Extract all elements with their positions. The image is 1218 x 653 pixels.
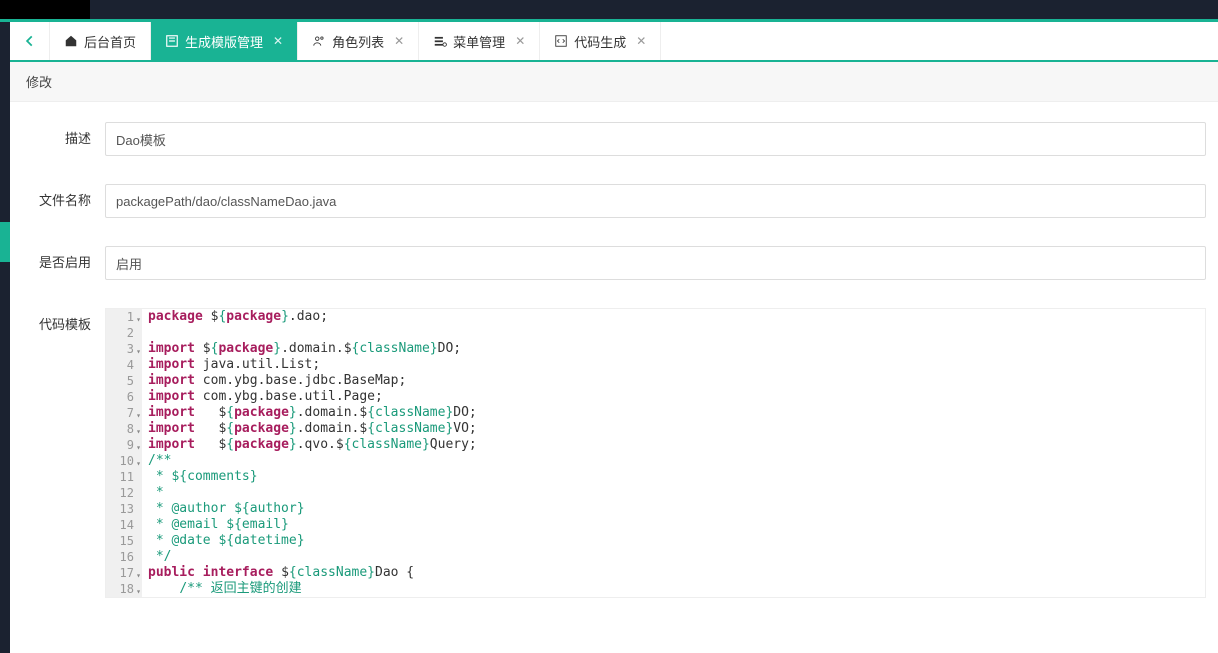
code-line[interactable]: 10▾/** (106, 453, 1205, 469)
gutter: 3▾ (106, 341, 142, 357)
code-line[interactable]: 5import com.ybg.base.jdbc.BaseMap; (106, 373, 1205, 389)
gutter: 18▾ (106, 581, 142, 597)
users-icon (312, 34, 326, 48)
panel-title: 修改 (10, 62, 1218, 102)
code-line[interactable]: 11 * ${comments} (106, 469, 1205, 485)
code-text: import ${package}.domain.${className}DO; (142, 405, 1205, 421)
label-enabled: 是否启用 (10, 246, 105, 272)
gutter: 12 (106, 485, 142, 501)
code-text: * ${comments} (142, 469, 1205, 485)
tab-bar: 后台首页 生成模版管理 ✕ 角色列表 ✕ 菜单管理 ✕ 代码生成 ✕ (10, 22, 1218, 62)
code-line[interactable]: 17▾public interface ${className}Dao { (106, 565, 1205, 581)
code-text: import ${package}.qvo.${className}Query; (142, 437, 1205, 453)
label-desc: 描述 (10, 122, 105, 148)
tab-label: 代码生成 (574, 32, 626, 51)
label-filename: 文件名称 (10, 184, 105, 210)
tab-home[interactable]: 后台首页 (50, 22, 151, 60)
code-line[interactable]: 16 */ (106, 549, 1205, 565)
gutter: 11 (106, 469, 142, 485)
code-line[interactable]: 13 * @author ${author} (106, 501, 1205, 517)
code-line[interactable]: 8▾import ${package}.domain.${className}V… (106, 421, 1205, 437)
code-text: package ${package}.dao; (142, 309, 1205, 325)
chevron-left-icon (23, 34, 37, 48)
code-text: * @email ${email} (142, 517, 1205, 533)
code-editor[interactable]: 1▾package ${package}.dao;23▾import ${pac… (105, 308, 1206, 598)
code-line[interactable]: 7▾import ${package}.domain.${className}D… (106, 405, 1205, 421)
tab-menu-manage[interactable]: 菜单管理 ✕ (419, 22, 540, 60)
code-line[interactable]: 18▾ /** 返回主键的创建 (106, 581, 1205, 597)
logo-placeholder (0, 0, 90, 19)
code-text: * (142, 485, 1205, 501)
code-text: /** (142, 453, 1205, 469)
desc-input[interactable] (105, 122, 1206, 156)
code-line[interactable]: 3▾import ${package}.domain.${className}D… (106, 341, 1205, 357)
filename-input[interactable] (105, 184, 1206, 218)
tab-template-manage[interactable]: 生成模版管理 ✕ (151, 22, 298, 60)
template-icon (165, 34, 179, 48)
home-icon (64, 34, 78, 48)
code-text: * @author ${author} (142, 501, 1205, 517)
tab-label: 菜单管理 (453, 32, 505, 51)
code-line[interactable]: 1▾package ${package}.dao; (106, 309, 1205, 325)
enabled-select[interactable]: 启用 (105, 246, 1206, 280)
close-icon[interactable]: ✕ (636, 34, 646, 48)
code-line[interactable]: 15 * @date ${datetime} (106, 533, 1205, 549)
close-icon[interactable]: ✕ (273, 34, 283, 48)
gutter: 17▾ (106, 565, 142, 581)
tab-code-gen[interactable]: 代码生成 ✕ (540, 22, 661, 60)
tab-label: 角色列表 (332, 32, 384, 51)
code-line[interactable]: 14 * @email ${email} (106, 517, 1205, 533)
label-code: 代码模板 (10, 308, 105, 334)
code-text: import java.util.List; (142, 357, 1205, 373)
tab-label: 后台首页 (84, 32, 136, 51)
tab-back-button[interactable] (10, 22, 50, 60)
code-line[interactable]: 12 * (106, 485, 1205, 501)
top-bar (0, 0, 1218, 22)
code-text: import com.ybg.base.util.Page; (142, 389, 1205, 405)
code-text: * @date ${datetime} (142, 533, 1205, 549)
gutter: 5 (106, 373, 142, 389)
close-icon[interactable]: ✕ (515, 34, 525, 48)
code-line[interactable]: 4import java.util.List; (106, 357, 1205, 373)
gutter: 13 (106, 501, 142, 517)
gutter: 4 (106, 357, 142, 373)
code-text: public interface ${className}Dao { (142, 565, 1205, 581)
code-text: /** 返回主键的创建 (142, 581, 1205, 597)
code-text: import ${package}.domain.${className}VO; (142, 421, 1205, 437)
left-strip-accent (0, 222, 10, 262)
gutter: 8▾ (106, 421, 142, 437)
gutter: 9▾ (106, 437, 142, 453)
tab-label: 生成模版管理 (185, 32, 263, 51)
code-line[interactable]: 9▾import ${package}.qvo.${className}Quer… (106, 437, 1205, 453)
gutter: 16 (106, 549, 142, 565)
tab-role-list[interactable]: 角色列表 ✕ (298, 22, 419, 60)
gutter: 15 (106, 533, 142, 549)
code-icon (554, 34, 568, 48)
close-icon[interactable]: ✕ (394, 34, 404, 48)
code-text: import ${package}.domain.${className}DO; (142, 341, 1205, 357)
fold-icon[interactable]: ▾ (136, 584, 141, 600)
gutter: 7▾ (106, 405, 142, 421)
gutter: 6 (106, 389, 142, 405)
code-text: import com.ybg.base.jdbc.BaseMap; (142, 373, 1205, 389)
gutter: 1▾ (106, 309, 142, 325)
left-strip (0, 22, 10, 653)
enabled-value: 启用 (116, 254, 142, 273)
gutter: 2 (106, 325, 142, 341)
code-line[interactable]: 2 (106, 325, 1205, 341)
gutter: 14 (106, 517, 142, 533)
code-text: */ (142, 549, 1205, 565)
gutter: 10▾ (106, 453, 142, 469)
edit-form: 描述 文件名称 是否启用 启用 代码模板 1▾package ${package… (10, 102, 1218, 646)
menu-icon (433, 34, 447, 48)
code-text (142, 325, 1205, 341)
code-line[interactable]: 6import com.ybg.base.util.Page; (106, 389, 1205, 405)
